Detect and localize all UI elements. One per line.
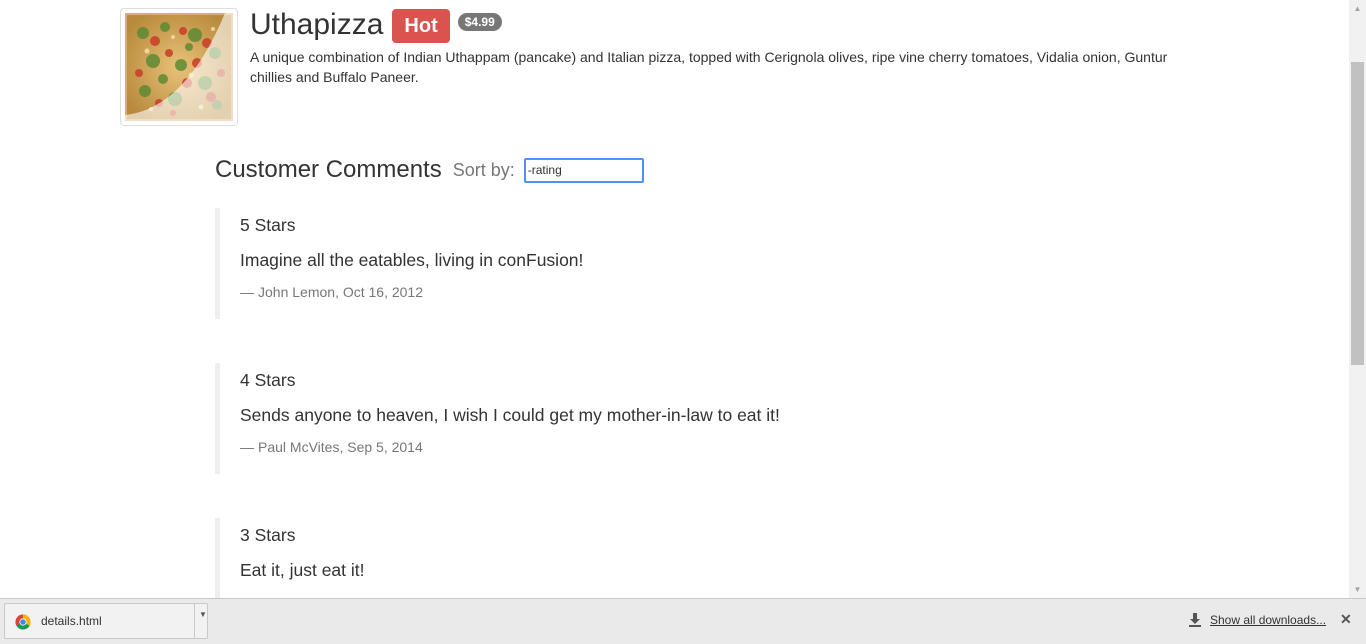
comment-text: Sends anyone to heaven, I wish I could g… — [240, 405, 780, 425]
dish-name: Uthapizza — [250, 8, 384, 41]
comment-footer: — Paul McVites, Sep 5, 2014 — [240, 439, 423, 455]
comment-text: Eat it, just eat it! — [240, 560, 365, 580]
scroll-up-icon[interactable]: ▲ — [1349, 0, 1366, 17]
hot-label: Hot — [392, 9, 450, 43]
chrome-icon — [15, 614, 31, 630]
download-arrow-icon — [1189, 613, 1201, 627]
comment-footer: — John Lemon, Oct 16, 2012 — [240, 284, 424, 300]
scroll-down-icon[interactable]: ▼ — [1349, 581, 1366, 598]
dish-thumbnail — [120, 8, 238, 126]
show-all-downloads-link[interactable]: Show all downloads... — [1210, 613, 1326, 627]
comment-rating: 3 Stars — [240, 525, 296, 545]
show-all-downloads[interactable]: Show all downloads... — [1188, 613, 1326, 627]
comment-rating: 4 Stars — [240, 370, 296, 390]
comments-title: Customer Comments — [215, 156, 442, 183]
page-viewport: Uthapizza Hot $4.99 A unique combination… — [0, 0, 1349, 598]
pizza-image — [125, 13, 233, 121]
comment-author: John Lemon — [258, 284, 336, 300]
dish-heading: Uthapizza Hot $4.99 — [250, 6, 502, 44]
comment-item: 4 Stars Sends anyone to heaven, I wish I… — [215, 363, 815, 474]
comment-date: Oct 16, 2012 — [342, 284, 424, 300]
sort-label: Sort by: — [452, 159, 515, 180]
comment-author: Paul McVites — [258, 439, 340, 455]
comment-text: Imagine all the eatables, living in conF… — [240, 250, 584, 270]
price-badge: $4.99 — [457, 13, 502, 31]
dish-description: A unique combination of Indian Uthappam … — [250, 49, 1168, 85]
download-item-divider — [194, 604, 195, 638]
comment-date: Sep 5, 2014 — [347, 439, 423, 455]
sort-input[interactable] — [523, 157, 644, 183]
comment-item: 5 Stars Imagine all the eatables, living… — [215, 208, 815, 319]
scroll-thumb[interactable] — [1351, 62, 1364, 365]
chevron-down-icon[interactable]: ▼ — [197, 610, 209, 619]
downloads-bar: details.html ▼ Show all downloads... ✕ — [0, 598, 1366, 644]
download-file-name: details.html — [41, 614, 102, 628]
comment-rating: 5 Stars — [240, 215, 296, 235]
download-item[interactable]: details.html ▼ — [4, 603, 208, 639]
vertical-scrollbar[interactable]: ▲ ▼ — [1349, 0, 1366, 598]
close-icon[interactable]: ✕ — [1340, 611, 1352, 628]
comment-item: 3 Stars Eat it, just eat it! — [215, 518, 815, 598]
comments-header: Customer Comments Sort by: — [215, 156, 644, 184]
